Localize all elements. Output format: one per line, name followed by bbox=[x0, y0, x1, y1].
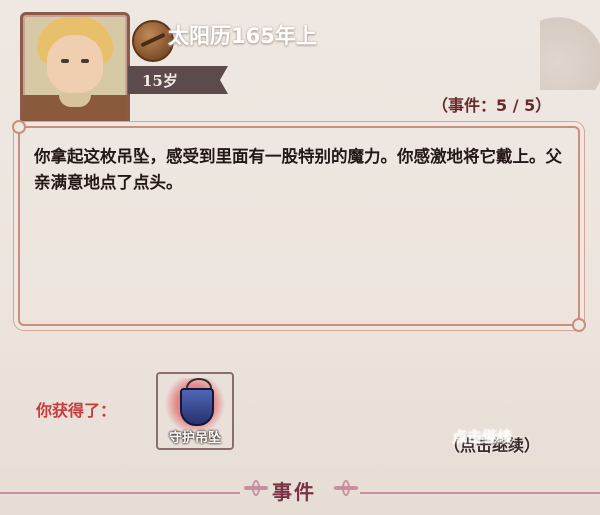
amulet-icon bbox=[180, 388, 214, 426]
reward-item-card[interactable]: 守护吊坠 bbox=[156, 372, 234, 450]
portrait-face bbox=[47, 35, 103, 93]
portrait-eye-right bbox=[81, 59, 89, 63]
footer-line-left bbox=[0, 492, 240, 494]
event-description: 你拿起这枚吊坠，感受到里面有一股特别的魔力。你感激地将它戴上。父亲满意地点了点头… bbox=[34, 147, 562, 192]
reward-label: 你获得了： bbox=[36, 401, 117, 420]
age-label: 15岁 bbox=[142, 72, 178, 90]
continue-button[interactable]: （点击继续） 点击继续 bbox=[444, 428, 540, 456]
item-name: 守护吊坠 bbox=[168, 431, 221, 446]
character-portrait bbox=[20, 12, 130, 128]
footer-flourish-left bbox=[244, 480, 268, 496]
footer-flourish-right bbox=[334, 480, 358, 496]
continue-overlay-text: 点击继续 bbox=[452, 428, 513, 446]
scroll-corner-decoration bbox=[540, 0, 600, 90]
date-title: 太阳历165年上 bbox=[168, 24, 317, 48]
event-counter: （事件：5 / 5） bbox=[432, 96, 552, 115]
footer-title: 事件 bbox=[272, 480, 316, 504]
footer-line-right bbox=[360, 492, 600, 494]
event-text-panel: 你拿起这枚吊坠，感受到里面有一股特别的魔力。你感激地将它戴上。父亲满意地点了点头… bbox=[12, 120, 586, 332]
portrait-eye-left bbox=[61, 59, 69, 63]
